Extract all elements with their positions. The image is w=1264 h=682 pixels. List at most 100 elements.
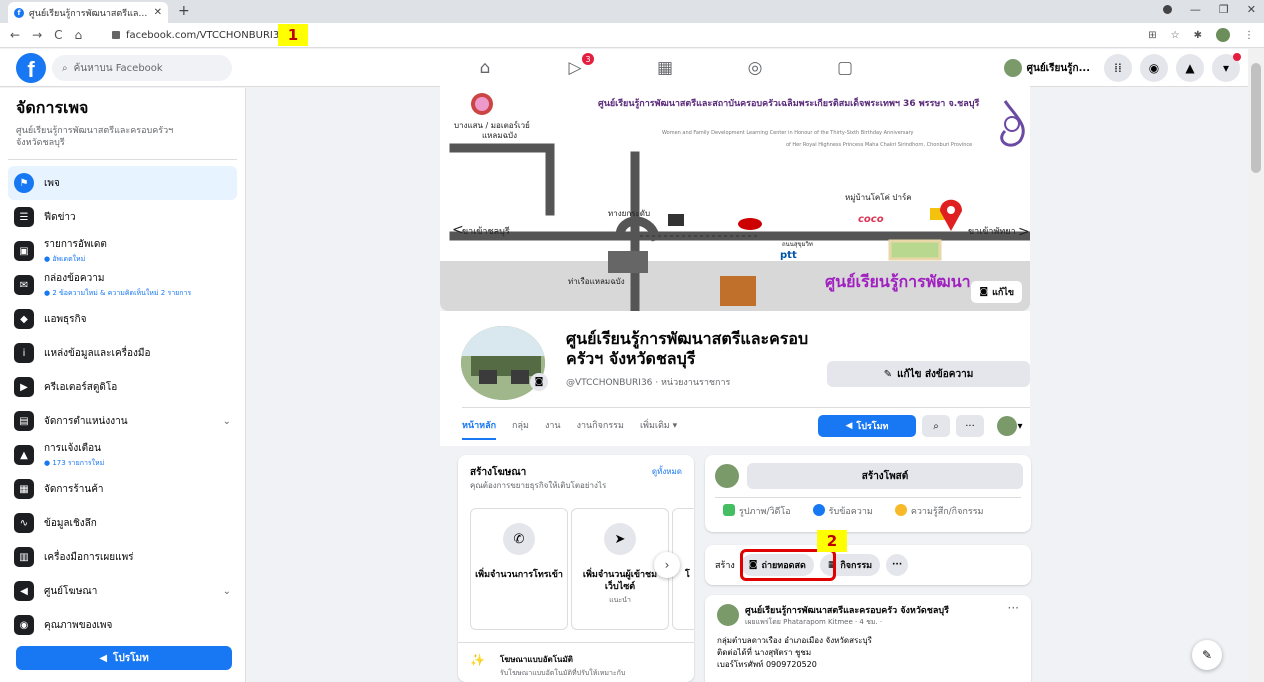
more-options-button[interactable]: ··· <box>886 554 909 576</box>
nav-groups[interactable]: ◎ <box>710 55 800 81</box>
voice-avatar <box>997 416 1018 436</box>
photo-icon <box>723 504 735 516</box>
photo-video-button[interactable]: รูปภาพ/วิดีโอ <box>723 504 791 518</box>
sidebar-item[interactable]: ▶ ครีเอเตอร์สตูดิโอ <box>8 370 237 404</box>
page-scrollbar[interactable] <box>1248 49 1264 682</box>
edit-cover-button[interactable]: ◙ แก้ไข <box>971 281 1022 303</box>
marketplace-icon: ▦ <box>656 58 674 78</box>
account-menu-button[interactable]: ▾ <box>1212 53 1241 82</box>
promote-button[interactable]: ◀ โปรโมท <box>16 646 232 670</box>
nav-watch[interactable]: ▷ 3 <box>530 53 620 81</box>
create-post-button[interactable]: สร้างโพสต์ <box>747 463 1023 489</box>
profile-camera-icon[interactable]: ◙ <box>530 373 548 391</box>
ad-option-calls[interactable]: ✆ เพิ่มจำนวนการโทรเข้า <box>470 508 568 630</box>
sidebar-item[interactable]: ✉ กล่องข้อความ ● 2 ข้อความใหม่ & ความคิดเห… <box>8 268 237 302</box>
carousel-next-button[interactable]: › <box>654 552 680 578</box>
chevron-down-icon[interactable]: ⌄ <box>223 416 231 427</box>
menu-icon[interactable]: ⋮ <box>1244 30 1254 41</box>
post-author[interactable]: ศูนย์เรียนรู้การพัฒนาสตรีและครอบครัว จัง… <box>745 603 995 617</box>
sidebar-item[interactable]: ◉ คุณภาพของเพจ <box>8 608 237 642</box>
notifications-button[interactable]: ▲ <box>1176 54 1204 82</box>
sidebar-item[interactable]: ▲ การแจ้งเตือน ● 173 รายการใหม่ <box>8 438 237 472</box>
tab-home[interactable]: หน้าหลัก <box>462 418 497 440</box>
edit-send-message-button[interactable]: ✎ แก้ไข ส่งข้อความ <box>827 361 1030 387</box>
sidebar-item[interactable]: ▥ เครื่องมือการเผยแพร่ <box>8 540 237 574</box>
close-window-icon[interactable]: ✕ <box>1247 3 1256 16</box>
close-tab-icon[interactable]: ✕ <box>154 7 162 18</box>
quality-icon: ◉ <box>14 615 34 635</box>
page-tools: ◀ โปรโมท ⌕ ··· ▾ <box>818 415 1030 437</box>
get-messages-button[interactable]: รับข้อความ <box>812 504 873 518</box>
sidebar-item-sub: ● 2 ข้อความใหม่ & ความคิดเห็นใหม่ 2 รายก… <box>44 289 192 297</box>
feed-post: ศูนย์เรียนรู้การพัฒนาสตรีและครอบครัว จัง… <box>705 595 1031 682</box>
tab-more[interactable]: เพิ่มเติม ▾ <box>640 418 677 432</box>
sidebar-item-text: การแจ้งเตือน ● 173 รายการใหม่ <box>44 441 231 469</box>
sidebar-item[interactable]: ▣ รายการอัพเดต ● อัพเดตใหม่ <box>8 234 237 268</box>
nav-home[interactable]: ⌂ <box>440 55 530 81</box>
cover-photo[interactable]: ศูนย์เรียนรู้การพัฒนาสตรีและสถาบันครอบคร… <box>440 86 1030 311</box>
sidebar-item[interactable]: ▤ จัดการตำแหน่งงาน ⌄ <box>8 404 237 438</box>
sidebar-item[interactable]: ◆ แอพธุรกิจ <box>8 302 237 336</box>
profile-name: ศูนย์เรียนรู้ก... <box>1026 62 1090 74</box>
page-avatar <box>1003 59 1022 77</box>
address-bar: ← → C ⌂ facebook.com/VTCCHONBURI36/ <box>0 23 1264 48</box>
nav-gaming[interactable]: ▢ <box>800 55 890 81</box>
automated-ads-item[interactable]: ✨ โฆษณาแบบอัตโนมัติ รับโฆษณาแบบอัตโนมัติ… <box>470 653 625 679</box>
page-promote-button[interactable]: ◀ โปรโมท <box>818 415 916 437</box>
new-tab-icon[interactable]: + <box>178 3 190 19</box>
sidebar-item[interactable]: ∿ ข้อมูลเชิงลึก <box>8 506 237 540</box>
new-message-button[interactable]: ✎ <box>1192 640 1222 670</box>
profile-shortcut[interactable]: ศูนย์เรียนรู้ก... <box>1003 59 1090 77</box>
back-icon[interactable]: ← <box>10 28 20 42</box>
facebook-logo-icon[interactable]: f <box>16 53 46 83</box>
insights-icon: ∿ <box>14 513 34 533</box>
page-more-button[interactable]: ··· <box>956 415 984 437</box>
tab-jobs[interactable]: งาน <box>545 418 561 432</box>
menu-grid-button[interactable]: ⁞⁞ <box>1104 54 1132 82</box>
pencil-icon: ✎ <box>883 368 893 380</box>
translate-icon[interactable]: ⊞ <box>1148 30 1156 41</box>
sidebar-item-label: ข้อมูลเชิงลึก <box>44 517 97 529</box>
sidebar-item[interactable]: ⚑ เพจ <box>8 166 237 200</box>
ads-see-all-link[interactable]: ดูทั้งหมด <box>652 465 682 478</box>
messenger-button[interactable]: ◉ <box>1140 54 1168 82</box>
nav-marketplace[interactable]: ▦ <box>620 55 710 81</box>
url-field[interactable]: facebook.com/VTCCHONBURI36/ <box>112 30 289 41</box>
star-icon[interactable]: ☆ <box>1171 30 1180 41</box>
page-handle: @VTCCHONBURI36 · หน่วยงานราชการ <box>566 378 731 388</box>
page-search-button[interactable]: ⌕ <box>922 415 950 437</box>
forward-icon[interactable]: → <box>32 28 42 42</box>
sidebar-item[interactable]: ▦ จัดการร้านค้า <box>8 472 237 506</box>
browser-tab[interactable]: f ศูนย์เรียนรู้การพัฒนาสตรีและครอบครัว..… <box>8 2 168 23</box>
extensions-icon[interactable]: ✱ <box>1194 30 1202 41</box>
more-icon: ··· <box>891 560 903 570</box>
page-profile-photo[interactable] <box>458 323 548 403</box>
sidebar-item[interactable]: ◀ ศูนย์โฆษณา ⌄ <box>8 574 237 608</box>
post-options-icon[interactable]: ··· <box>1008 601 1019 615</box>
home-icon[interactable]: ⌂ <box>75 28 83 42</box>
shop-icon: ▦ <box>14 479 34 499</box>
tab-events[interactable]: งานกิจกรรม <box>577 418 624 432</box>
sidebar-item-text: แอพธุรกิจ <box>44 312 231 327</box>
search-input[interactable]: ⌕ ค้นหาบน Facebook <box>52 55 232 81</box>
header-right: ศูนย์เรียนรู้ก... ⁞⁞ ◉ ▲ ▾ <box>1003 53 1241 82</box>
feeling-activity-button[interactable]: ความรู้สึก/กิจกรรม <box>894 504 983 518</box>
minimize-icon[interactable]: — <box>1190 3 1201 16</box>
scrollbar-thumb[interactable] <box>1251 63 1261 173</box>
sidebar-item[interactable]: i แหล่งข้อมูลและเครื่องมือ <box>8 336 237 370</box>
post-line: กลุ่มตำบลดาวเรือง อำเภอเมือง จังหวัดสระบ… <box>717 636 872 645</box>
manage-page-sidebar: จัดการเพจ ศูนย์เรียนรู้การพัฒนาสตรีและคร… <box>0 88 246 682</box>
tab-groups[interactable]: กลุ่ม <box>512 418 529 432</box>
voice-selector[interactable]: ▾ <box>990 415 1030 437</box>
grid-icon: ⁞⁞ <box>1114 61 1122 75</box>
sidebar-item[interactable]: ☰ ฟีดข่าว <box>8 200 237 234</box>
sidebar-item-label: ศูนย์โฆษณา <box>44 585 98 597</box>
automated-ads-sub: รับโฆษณาแบบอัตโนมัติที่ปรับให้เหมาะกับ <box>500 669 626 677</box>
account-circle-icon[interactable] <box>1162 5 1172 14</box>
reload-icon[interactable]: C <box>54 28 62 42</box>
highlight-box <box>740 549 836 581</box>
profile-avatar[interactable] <box>1216 28 1230 42</box>
post-author-avatar[interactable] <box>717 604 739 626</box>
maximize-icon[interactable]: ❐ <box>1219 3 1229 16</box>
chevron-down-icon[interactable]: ⌄ <box>223 586 231 597</box>
